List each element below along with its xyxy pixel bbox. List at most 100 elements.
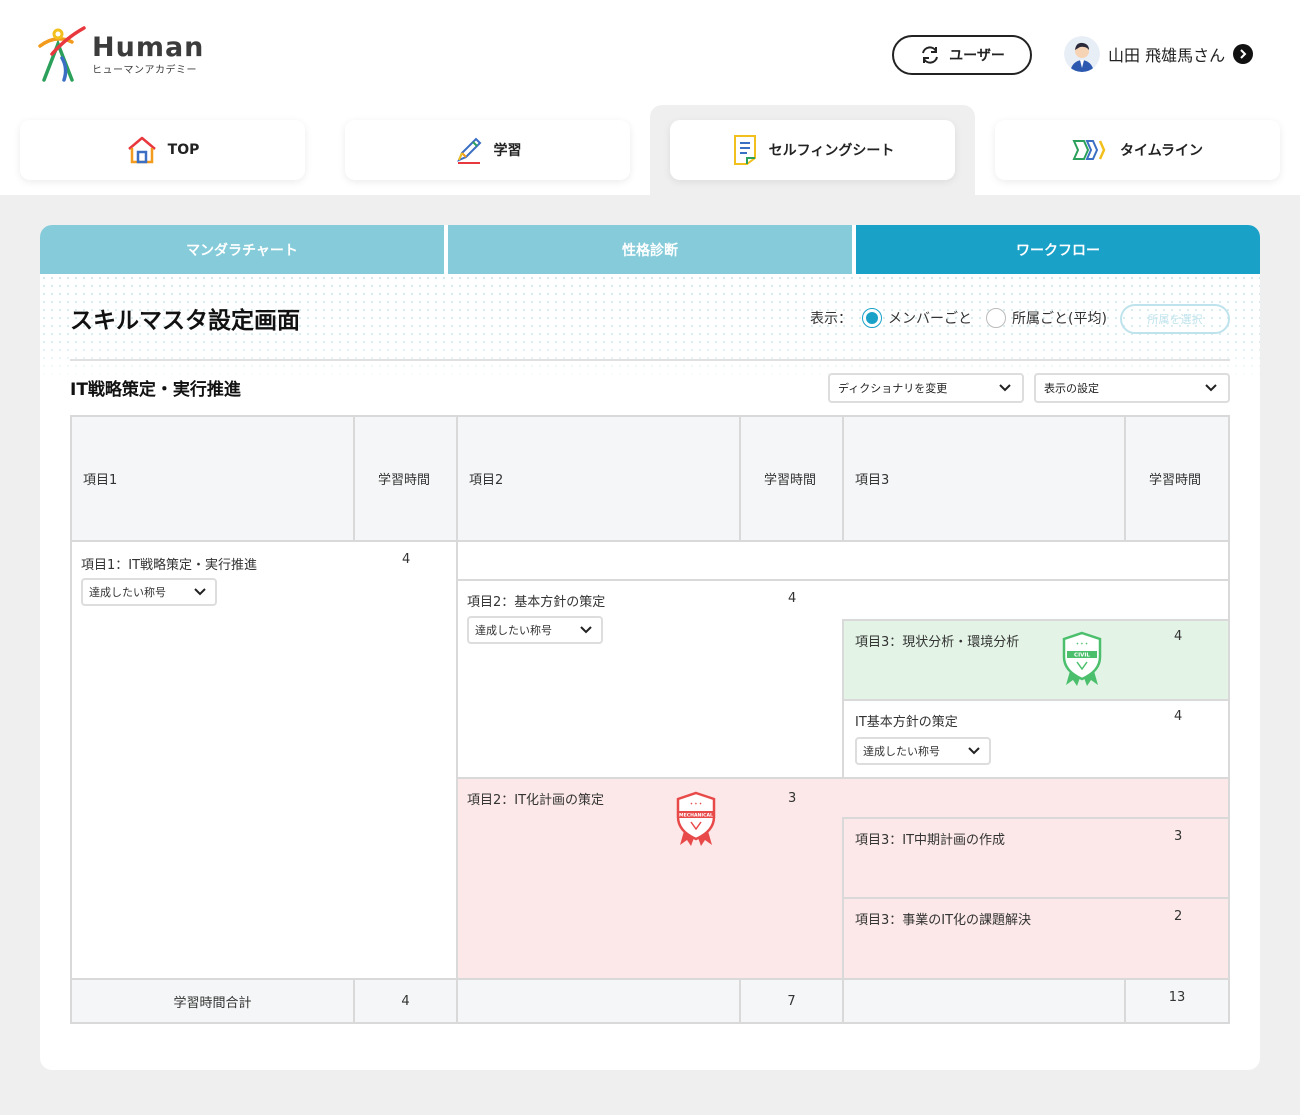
- header-hours2: 学習時間: [739, 415, 844, 542]
- header-hours3: 学習時間: [1124, 415, 1230, 542]
- level3-row-mid-term-plan: 項目3：IT中期計画の作成 3: [842, 817, 1230, 899]
- svg-text:✦ ✦ ✦: ✦ ✦ ✦: [690, 801, 703, 806]
- mechanical-badge-text: MECHANICAL: [679, 813, 713, 819]
- chevron-down-icon: [968, 747, 980, 755]
- section-title: IT戦略策定・実行推進: [70, 380, 241, 400]
- logo-word: Human: [92, 32, 205, 63]
- level1-name: 項目1：IT戦略策定・実行推進: [81, 558, 258, 573]
- radio-affiliation[interactable]: [986, 308, 1006, 328]
- level3-name: 項目3：現状分析・環境分析: [855, 635, 1020, 650]
- sheet-icon: [733, 135, 756, 165]
- header-label: 学習時間: [378, 473, 431, 488]
- level1-title-dropdown[interactable]: 達成したい称号: [81, 578, 217, 606]
- subtab-workflow[interactable]: ワークフロー: [856, 225, 1260, 274]
- dropdown-label: 達成したい称号: [863, 745, 940, 758]
- divider: [70, 359, 1230, 361]
- chevron-down-icon: [194, 588, 206, 596]
- footer-total2: 7: [787, 993, 796, 1009]
- level3-hours: 4: [1174, 709, 1183, 724]
- header-label: 学習時間: [764, 473, 817, 488]
- radio-member-label[interactable]: メンバーごと: [888, 308, 972, 328]
- skill-table: 項目1 学習時間 項目2 学習時間 項目3 学習時間 項目1：IT戦略策定・実行…: [70, 415, 1230, 1024]
- header-label: 項目3: [855, 473, 890, 488]
- chevron-down-icon: [1205, 384, 1217, 392]
- level2-title-dropdown[interactable]: 達成したい称号: [467, 616, 603, 644]
- header-item2: 項目2: [456, 415, 741, 542]
- human-academy-logo[interactable]: Human ヒューマンアカデミー: [38, 24, 203, 84]
- profile-name: 山田 飛雄馬さん: [1108, 46, 1226, 65]
- level1-hours: 4: [402, 552, 411, 567]
- header-label: 学習時間: [1149, 473, 1202, 488]
- display-settings-label: 表示の設定: [1044, 382, 1099, 395]
- subtab-personality[interactable]: 性格診断: [448, 225, 852, 274]
- workflow-panel: マンダラチャート 性格診断 ワークフロー スキルマスタ設定画面 表示： メンバー…: [40, 225, 1260, 1070]
- house-icon: [127, 136, 156, 164]
- refresh-icon: [922, 46, 939, 64]
- footer-total1: 4: [401, 993, 410, 1009]
- nav-tab-study[interactable]: 学習: [345, 120, 630, 180]
- dropdown-label: 達成したい称号: [89, 586, 166, 599]
- radio-member[interactable]: [862, 308, 882, 328]
- footer-total1-cell: 4: [353, 978, 458, 1024]
- nav-tab-label: 学習: [493, 143, 522, 159]
- sub-tabs: マンダラチャート 性格診断 ワークフロー: [40, 225, 1260, 274]
- select-affiliation-button[interactable]: 所属を選択: [1120, 304, 1230, 334]
- timeline-arrows-icon: [1072, 140, 1106, 160]
- profile-menu[interactable]: 山田 飛雄馬さん: [1064, 36, 1254, 72]
- footer-empty-cell: [456, 978, 741, 1024]
- footer-total2-cell: 7: [739, 978, 844, 1024]
- nav-tab-selfing-sheet[interactable]: セルフィングシート: [670, 120, 955, 180]
- header-label: 項目1: [83, 473, 118, 488]
- app-header: Human ヒューマンアカデミー ユーザー 山田 飛雄馬さん: [0, 0, 1300, 105]
- header-hours1: 学習時間: [353, 415, 458, 542]
- level3-row-business-it: 項目3：事業のIT化の課題解決 2: [842, 897, 1230, 980]
- level3-name: IT基本方針の策定: [855, 715, 958, 730]
- footer-empty-cell: [842, 978, 1126, 1024]
- level3-name: 項目3：IT中期計画の作成: [855, 833, 1006, 848]
- civil-badge-text: CIVIL: [1074, 653, 1090, 659]
- view-mode-label: 表示：: [810, 311, 852, 327]
- civil-badge-icon: CIVIL ✦ ✦ ✦: [1062, 631, 1102, 686]
- dropdown-label: 達成したい称号: [475, 624, 552, 637]
- view-mode-group: 表示： メンバーごと 所属ごと(平均): [810, 303, 1107, 333]
- chevron-down-icon: [580, 626, 592, 634]
- pencil-icon: [456, 137, 481, 164]
- header-item3: 項目3: [842, 415, 1126, 542]
- logo-figure-icon: [38, 26, 86, 82]
- level2-hours: 3: [788, 791, 797, 806]
- footer-total3-cell: 13: [1124, 978, 1230, 1024]
- subtab-mandala-chart[interactable]: マンダラチャート: [40, 225, 444, 274]
- nav-tab-top[interactable]: TOP: [20, 120, 305, 180]
- footer-total3: 13: [1168, 990, 1186, 1005]
- radio-affiliation-label[interactable]: 所属ごと(平均): [1012, 308, 1107, 328]
- avatar: [1064, 36, 1100, 72]
- level3-row-it-basic-policy: IT基本方針の策定 4 達成したい称号: [842, 699, 1230, 779]
- logo-subtitle: ヒューマンアカデミー: [92, 65, 197, 76]
- nav-tab-label: TOP: [167, 142, 200, 158]
- page-title: スキルマスタ設定画面: [70, 308, 300, 334]
- dictionary-dropdown-label: ディクショナリを変更: [838, 382, 948, 395]
- chevron-down-icon: [999, 384, 1011, 392]
- level3-name: 項目3：事業のIT化の課題解決: [855, 913, 1032, 928]
- level3-row-current-analysis: 項目3：現状分析・環境分析 4 CIVIL ✦ ✦ ✦: [842, 619, 1230, 701]
- switch-user-label: ユーザー: [949, 48, 1005, 64]
- nav-tab-label: セルフィングシート: [768, 143, 895, 159]
- nav-tab-label: タイムライン: [1119, 143, 1204, 159]
- display-settings-dropdown[interactable]: 表示の設定: [1034, 373, 1230, 403]
- dictionary-dropdown[interactable]: ディクショナリを変更: [828, 373, 1024, 403]
- footer-total-label-cell: 学習時間合計: [70, 978, 355, 1024]
- header-label: 項目2: [469, 473, 504, 488]
- level1-cell: 項目1：IT戦略策定・実行推進 4 達成したい称号: [70, 540, 458, 980]
- nav-tab-timeline[interactable]: タイムライン: [995, 120, 1280, 180]
- footer-total-label: 学習時間合計: [173, 995, 252, 1011]
- level2-hours: 4: [788, 591, 797, 606]
- level2-name: 項目2：IT化計画の策定: [467, 793, 605, 808]
- switch-user-button[interactable]: ユーザー: [892, 35, 1032, 75]
- header-item1: 項目1: [70, 415, 355, 542]
- level3-hours: 4: [1174, 629, 1183, 644]
- level3-title-dropdown[interactable]: 達成したい称号: [855, 737, 991, 765]
- level3-hours: 3: [1174, 829, 1183, 844]
- svg-text:✦ ✦ ✦: ✦ ✦ ✦: [1076, 641, 1089, 646]
- level2-name: 項目2：基本方針の策定: [467, 595, 606, 610]
- level3-hours: 2: [1174, 909, 1183, 924]
